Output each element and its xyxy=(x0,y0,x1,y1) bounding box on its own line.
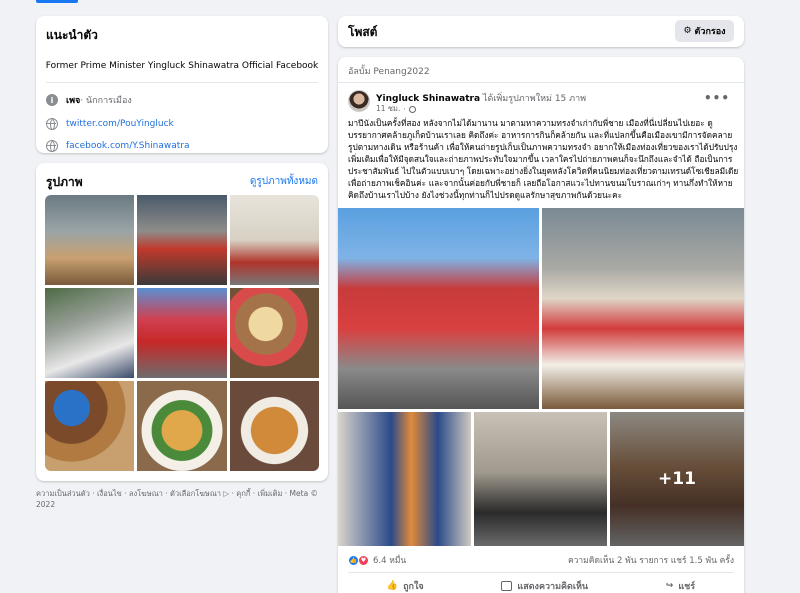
active-tab-indicator xyxy=(36,0,78,3)
like-label: ถูกใจ xyxy=(403,582,424,592)
share-label: แชร์ xyxy=(678,582,696,592)
twitter-link[interactable]: twitter.com/PouYingluck xyxy=(66,119,174,129)
more-options-icon[interactable]: ••• xyxy=(704,91,730,105)
post-photo[interactable] xyxy=(338,208,539,409)
photo-grid xyxy=(45,195,319,471)
share-button[interactable]: ↪ แชร์ xyxy=(666,579,695,593)
avatar[interactable] xyxy=(348,90,370,112)
photo-thumbnail[interactable] xyxy=(45,195,135,285)
intro-card: แนะนำตัว Former Prime Minister Yingluck … xyxy=(36,16,328,153)
post-stats: 👍 ♥ 6.4 หมื่น ความคิดเห็น 2 พัน รายการ แ… xyxy=(348,553,734,567)
post-card: อัลบั้ม Penang2022 Yingluck Shinawatra ไ… xyxy=(338,57,744,593)
globe-icon xyxy=(46,140,58,152)
globe-icon xyxy=(46,118,58,130)
intro-bio: Former Prime Minister Yingluck Shinawatr… xyxy=(45,61,319,71)
page-type-label: เพจ xyxy=(66,96,81,106)
actions-divider xyxy=(348,572,734,573)
posts-title: โพสต์ xyxy=(348,25,378,39)
album-label[interactable]: อัลบั้ม Penang2022 xyxy=(348,64,430,78)
facebook-row[interactable]: facebook.com/Y.Shinawatra xyxy=(46,140,190,152)
thumbs-up-icon: 👍 xyxy=(386,581,399,591)
more-photos-count: +11 xyxy=(610,412,744,546)
facebook-link[interactable]: facebook.com/Y.Shinawatra xyxy=(66,141,190,151)
photos-card: รูปภาพ ดูรูปภาพทั้งหมด xyxy=(36,163,328,481)
like-button[interactable]: 👍 ถูกใจ xyxy=(387,579,424,593)
photo-thumbnail[interactable] xyxy=(45,288,135,378)
photo-thumbnail[interactable] xyxy=(229,288,319,378)
reaction-summary[interactable]: 👍 ♥ 6.4 หมื่น xyxy=(348,553,406,567)
page-category-row: i เพจ · นักการเมือง xyxy=(46,93,132,107)
post-photo-grid: +11 xyxy=(338,208,744,546)
post-photo[interactable] xyxy=(338,412,471,546)
page-category-label: · นักการเมือง xyxy=(80,96,132,106)
photo-thumbnail[interactable] xyxy=(137,195,227,285)
share-icon: ↪ xyxy=(665,581,674,591)
post-time-line: 11 ชม. · xyxy=(376,103,416,115)
post-photo[interactable] xyxy=(542,208,744,409)
see-all-photos-link[interactable]: ดูรูปภาพทั้งหมด xyxy=(250,174,318,189)
comment-label: แสดงความคิดเห็น xyxy=(517,582,589,592)
posts-header: โพสต์ ⚙ ตัวกรอง xyxy=(338,16,744,47)
twitter-row[interactable]: twitter.com/PouYingluck xyxy=(46,118,174,130)
comment-icon xyxy=(501,581,513,591)
reaction-count: 6.4 หมื่น xyxy=(373,556,407,566)
intro-title: แนะนำตัว xyxy=(46,28,98,42)
comments-shares-count[interactable]: ความคิดเห็น 2 พัน รายการ แชร์ 1.5 พัน คร… xyxy=(568,553,734,567)
post-actions: 👍 ถูกใจ แสดงความคิดเห็น ↪ แชร์ xyxy=(348,575,734,593)
comment-button[interactable]: แสดงความคิดเห็น xyxy=(501,579,588,593)
footer-links[interactable]: ความเป็นส่วนตัว · เงื่อนไข · ลงโฆษณา · ต… xyxy=(36,488,336,510)
filter-button[interactable]: ⚙ ตัวกรอง xyxy=(675,20,734,42)
filter-label: ตัวกรอง xyxy=(694,27,726,37)
sliders-icon: ⚙ xyxy=(683,26,692,36)
photo-thumbnail[interactable] xyxy=(137,288,227,378)
post-timestamp[interactable]: 11 ชม. xyxy=(376,103,400,115)
intro-divider xyxy=(46,82,318,83)
photo-thumbnail[interactable] xyxy=(137,381,227,471)
post-photo-more[interactable]: +11 xyxy=(610,412,744,546)
photo-thumbnail[interactable] xyxy=(229,195,319,285)
post-text: มาปีนังเป็นครั้งที่สอง หลังจากไม่ได้มานา… xyxy=(348,118,739,200)
info-icon: i xyxy=(46,94,58,106)
photos-title: รูปภาพ xyxy=(46,175,83,189)
photo-thumbnail[interactable] xyxy=(229,381,319,471)
post-photo[interactable] xyxy=(474,412,607,546)
post-action: ได้เพิ่มรูปภาพใหม่ 15 ภาพ xyxy=(480,94,587,104)
public-globe-icon xyxy=(408,105,416,113)
album-divider xyxy=(338,82,744,83)
photo-thumbnail[interactable] xyxy=(45,381,135,471)
love-reaction-icon: ♥ xyxy=(358,554,369,566)
